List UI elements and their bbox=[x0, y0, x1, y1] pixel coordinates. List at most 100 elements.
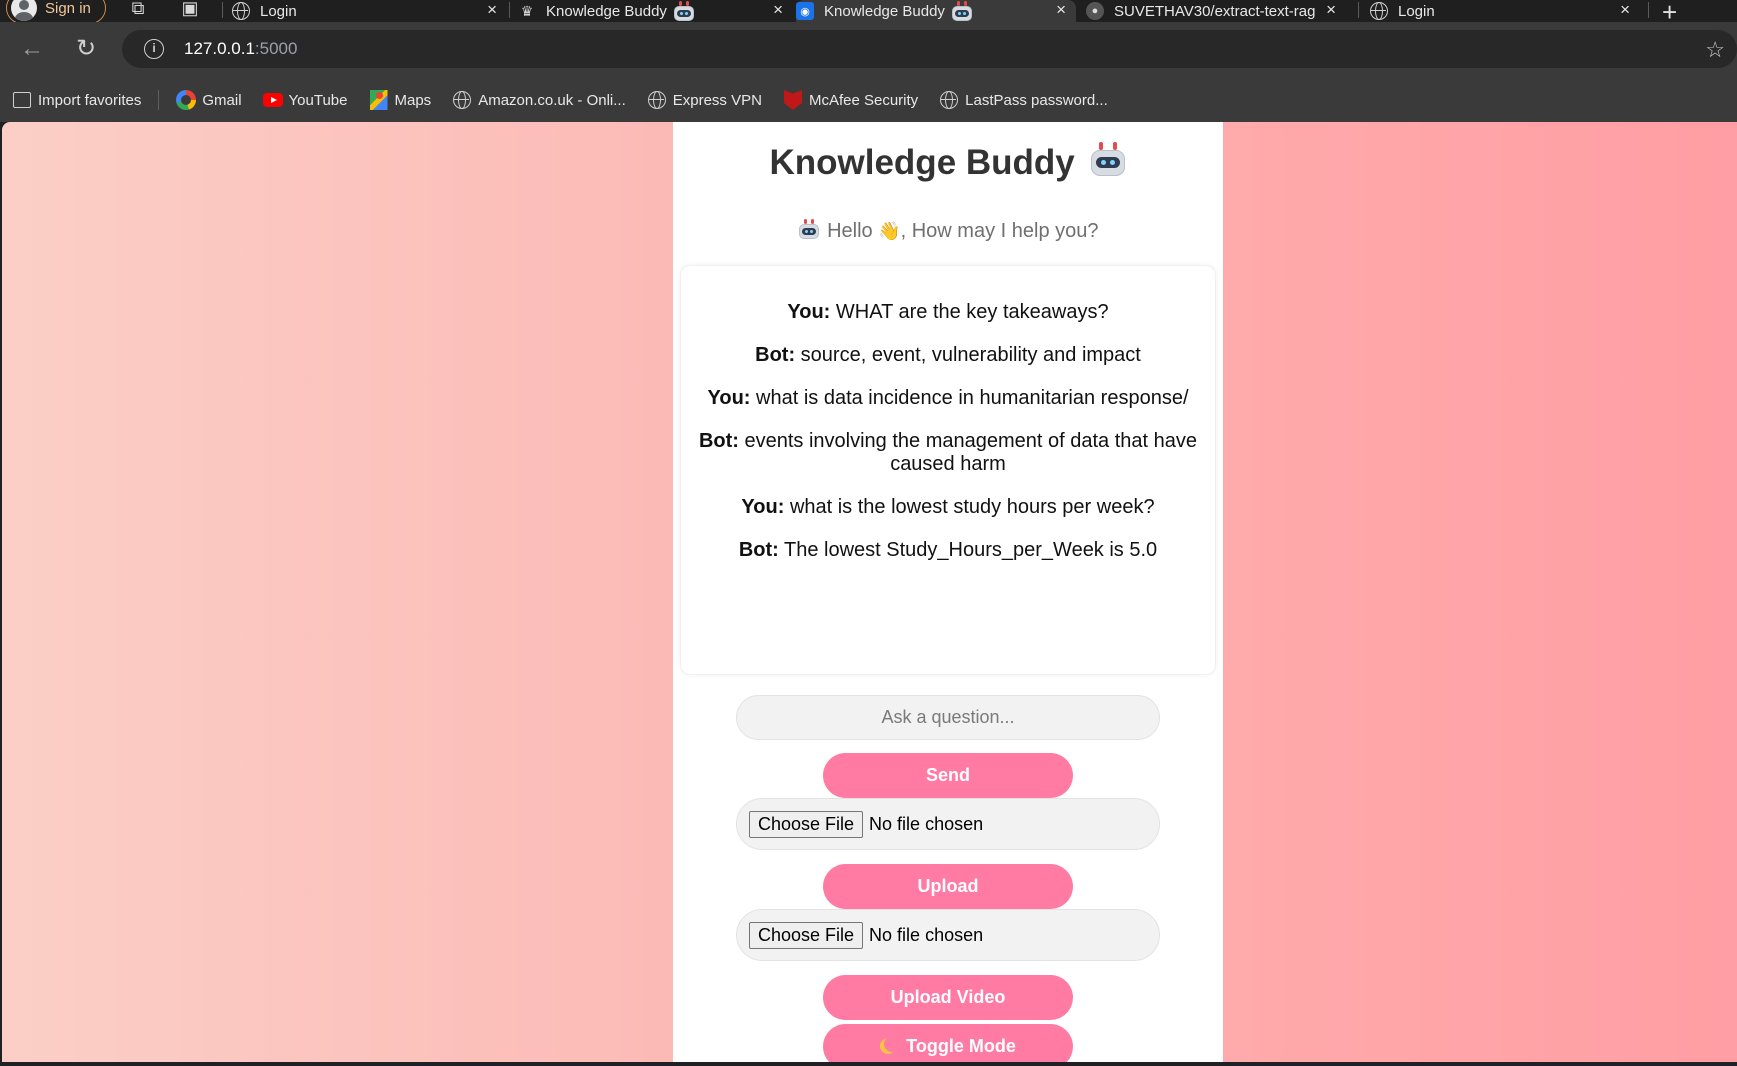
file-status: No file chosen bbox=[869, 813, 984, 834]
bookmark-express-vpn[interactable]: Express VPN bbox=[647, 90, 762, 110]
tab-strip: Sign in ⧉ ▣ Login × ♛ Knowledge Buddy × … bbox=[0, 0, 1737, 27]
google-icon bbox=[176, 90, 197, 110]
star-icon[interactable]: ☆ bbox=[1705, 37, 1725, 63]
video-file-input[interactable]: Choose File No file chosen bbox=[736, 909, 1160, 961]
tab-login-1[interactable]: Login × bbox=[232, 0, 507, 22]
bookmark-divider bbox=[158, 90, 160, 110]
waving-hand-icon: 👋 bbox=[878, 221, 901, 241]
close-icon[interactable]: × bbox=[773, 0, 783, 20]
profile-avatar-icon bbox=[11, 0, 37, 21]
robot-icon bbox=[798, 219, 820, 239]
back-arrow-icon[interactable]: ← bbox=[18, 35, 46, 63]
chat-message: You: what is data incidence in humanitar… bbox=[693, 387, 1203, 410]
mcafee-icon bbox=[783, 90, 803, 110]
greeting-rest: , How may I help you? bbox=[900, 220, 1099, 242]
tab-title: Knowledge Buddy bbox=[824, 2, 945, 20]
bookmark-label: Express VPN bbox=[672, 91, 762, 109]
chat-message: Bot: events involving the management of … bbox=[693, 430, 1203, 476]
bookmark-maps[interactable]: Maps bbox=[369, 90, 432, 110]
tab-title: Knowledge Buddy bbox=[546, 2, 667, 20]
question-input[interactable] bbox=[736, 695, 1160, 740]
tab-title: Login bbox=[260, 2, 297, 20]
chat-message: Bot: source, event, vulnerability and im… bbox=[693, 344, 1203, 367]
bookmark-label: Amazon.co.uk - Onli... bbox=[478, 91, 626, 109]
tab-divider bbox=[509, 2, 510, 18]
document-file-input[interactable]: Choose File No file chosen bbox=[736, 798, 1160, 850]
bookmark-mcafee[interactable]: McAfee Security bbox=[783, 90, 918, 110]
bookmark-youtube[interactable]: YouTube bbox=[262, 90, 348, 110]
tab-title: Login bbox=[1398, 2, 1435, 20]
robot-icon bbox=[1089, 142, 1127, 178]
close-icon[interactable]: × bbox=[1326, 0, 1336, 20]
choose-file-button[interactable]: Choose File bbox=[749, 810, 864, 838]
chat-message: You: what is the lowest study hours per … bbox=[693, 496, 1203, 519]
toggle-mode-button[interactable]: Toggle Mode bbox=[823, 1024, 1073, 1062]
tab-github[interactable]: ● SUVETHAV30/extract-text-rag × bbox=[1086, 0, 1346, 22]
moon-icon bbox=[884, 1036, 900, 1052]
globe-icon bbox=[647, 90, 667, 110]
send-button[interactable]: Send bbox=[823, 753, 1073, 798]
message-speaker: Bot: bbox=[698, 430, 739, 452]
tab-actions-icon[interactable]: ▣ bbox=[180, 0, 200, 18]
address-bar[interactable]: i 127.0.0.1:5000 ☆ bbox=[122, 30, 1737, 68]
globe-icon bbox=[452, 90, 472, 110]
message-text: events involving the management of data … bbox=[744, 430, 1198, 475]
maps-icon bbox=[369, 90, 389, 110]
sign-in-button[interactable]: Sign in bbox=[6, 0, 106, 24]
close-icon[interactable]: × bbox=[1056, 0, 1066, 20]
robot-icon bbox=[951, 1, 973, 21]
bookmark-label: YouTube bbox=[288, 91, 348, 109]
bookmark-label: Import favorites bbox=[38, 91, 142, 109]
choose-file-button[interactable]: Choose File bbox=[749, 921, 864, 949]
message-text: what is data incidence in humanitarian r… bbox=[756, 387, 1189, 409]
globe-icon bbox=[232, 2, 250, 20]
message-speaker: You: bbox=[787, 301, 831, 323]
message-text: WHAT are the key takeaways? bbox=[835, 301, 1109, 323]
globe-icon bbox=[1370, 2, 1388, 20]
globe-icon bbox=[939, 90, 959, 110]
tab-divider bbox=[222, 2, 223, 18]
tab-login-2[interactable]: Login × bbox=[1370, 0, 1640, 22]
page-background: Knowledge Buddy Hello 👋, How may I help … bbox=[2, 122, 1737, 1062]
import-icon bbox=[12, 90, 32, 110]
bookmark-label: McAfee Security bbox=[808, 91, 919, 109]
message-speaker: Bot: bbox=[738, 539, 779, 561]
tab-title: SUVETHAV30/extract-text-rag bbox=[1114, 2, 1316, 20]
bookmark-label: Maps bbox=[394, 91, 432, 109]
file-status: No file chosen bbox=[869, 924, 984, 945]
upload-video-button[interactable]: Upload Video bbox=[823, 975, 1073, 1020]
close-icon[interactable]: × bbox=[487, 0, 497, 20]
reload-icon[interactable]: ↻ bbox=[72, 35, 100, 63]
chat-message: Bot: The lowest Study_Hours_per_Week is … bbox=[693, 539, 1203, 562]
github-icon: ● bbox=[1086, 2, 1104, 20]
greeting-hello: Hello bbox=[827, 220, 873, 242]
bookmark-gmail[interactable]: Gmail bbox=[176, 90, 242, 110]
tab-divider bbox=[1648, 2, 1649, 18]
close-icon[interactable]: × bbox=[1620, 0, 1630, 20]
crown-icon: ♛ bbox=[520, 2, 534, 19]
chat-history[interactable]: You: WHAT are the key takeaways? Bot: so… bbox=[680, 265, 1216, 675]
message-speaker: Bot: bbox=[755, 344, 796, 366]
page-title-text: Knowledge Buddy bbox=[769, 143, 1075, 182]
message-text: source, event, vulnerability and impact bbox=[800, 344, 1141, 366]
tab-divider bbox=[1358, 2, 1359, 18]
site-info-icon[interactable]: i bbox=[144, 39, 164, 59]
chat-message: You: WHAT are the key takeaways? bbox=[693, 301, 1203, 324]
app-icon: ◉ bbox=[796, 2, 814, 20]
url-text[interactable]: 127.0.0.1:5000 bbox=[184, 39, 297, 59]
message-text: The lowest Study_Hours_per_Week is 5.0 bbox=[784, 539, 1158, 561]
tab-knowledge-buddy-active[interactable]: ◉ Knowledge Buddy × bbox=[796, 0, 1076, 22]
message-text: what is the lowest study hours per week? bbox=[789, 496, 1155, 518]
bookmark-label: LastPass password... bbox=[965, 91, 1108, 109]
greeting: Hello 👋, How may I help you? bbox=[673, 219, 1223, 243]
browser-toolbar: ← ↻ i 127.0.0.1:5000 ☆ bbox=[0, 22, 1737, 78]
youtube-icon bbox=[262, 90, 283, 110]
upload-button[interactable]: Upload bbox=[823, 864, 1073, 909]
sign-in-label: Sign in bbox=[45, 0, 91, 17]
bookmark-lastpass[interactable]: LastPass password... bbox=[939, 90, 1108, 110]
bookmark-amazon[interactable]: Amazon.co.uk - Onli... bbox=[452, 90, 626, 110]
tab-knowledge-buddy-1[interactable]: ♛ Knowledge Buddy × bbox=[518, 0, 793, 22]
workspaces-icon[interactable]: ⧉ bbox=[128, 0, 148, 18]
robot-icon bbox=[673, 1, 695, 21]
bookmark-import-favorites[interactable]: Import favorites bbox=[12, 90, 141, 110]
